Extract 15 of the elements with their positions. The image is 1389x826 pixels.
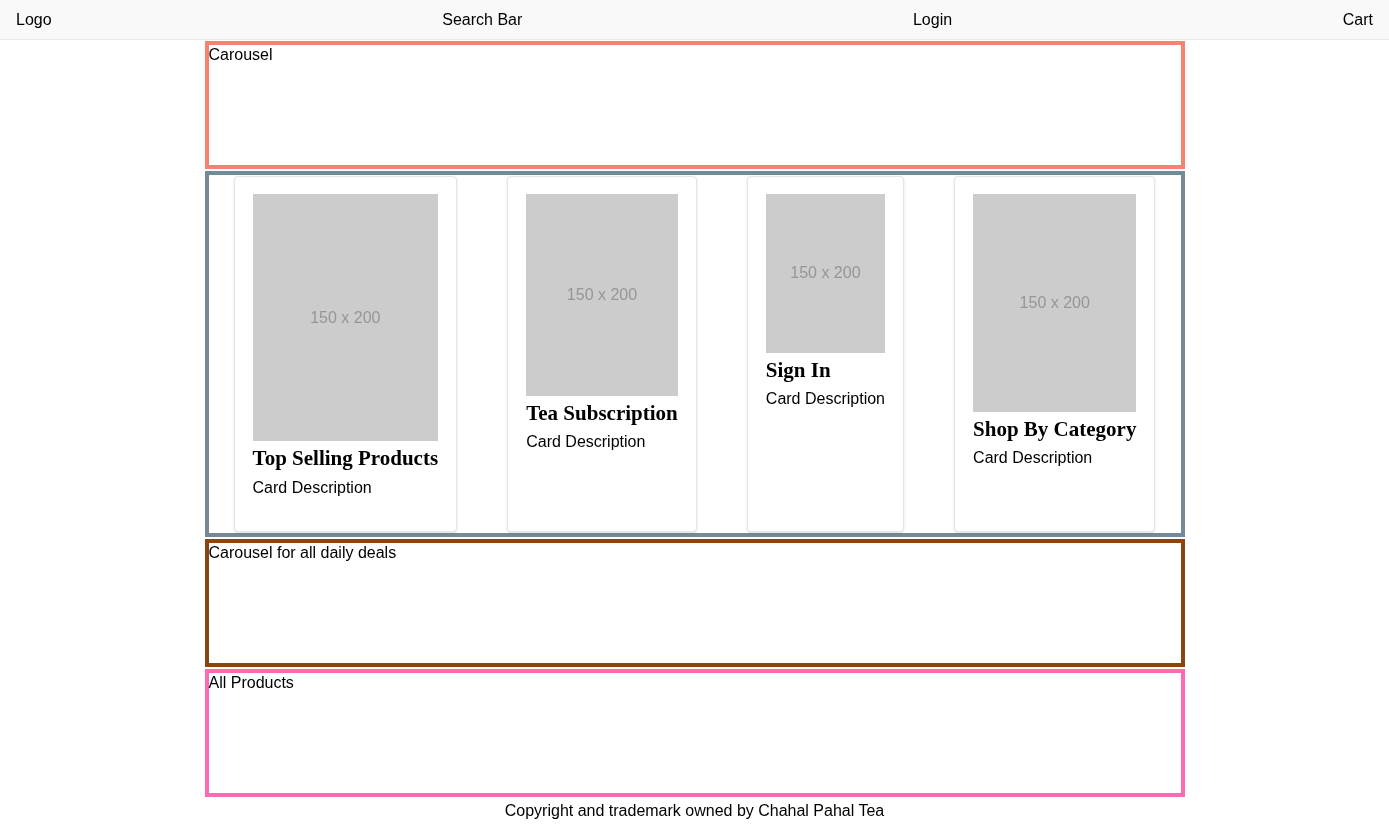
card-description: Card Description xyxy=(526,432,647,453)
footer-text: Copyright and trademark owned by Chahal Pahal Tea xyxy=(504,801,885,821)
nav-item[interactable]: Cart xyxy=(1342,7,1373,32)
card-description: Card Description xyxy=(252,477,373,498)
card-title: Shop By Category xyxy=(973,415,1137,443)
card-description: Card Description xyxy=(765,389,885,410)
nav-item[interactable]: Login xyxy=(912,7,953,32)
card-title: Tea Subscription xyxy=(526,400,678,427)
section-label: Carousel for all daily deals xyxy=(208,543,398,563)
card-title: Top Selling Products xyxy=(252,445,439,472)
nav-item[interactable]: Logo xyxy=(16,7,52,32)
card-title: Sign In xyxy=(765,356,832,384)
nav-item[interactable]: Search Bar xyxy=(442,7,523,32)
card-description: Card Description xyxy=(973,448,1094,469)
section-label: Carousel xyxy=(208,45,274,65)
